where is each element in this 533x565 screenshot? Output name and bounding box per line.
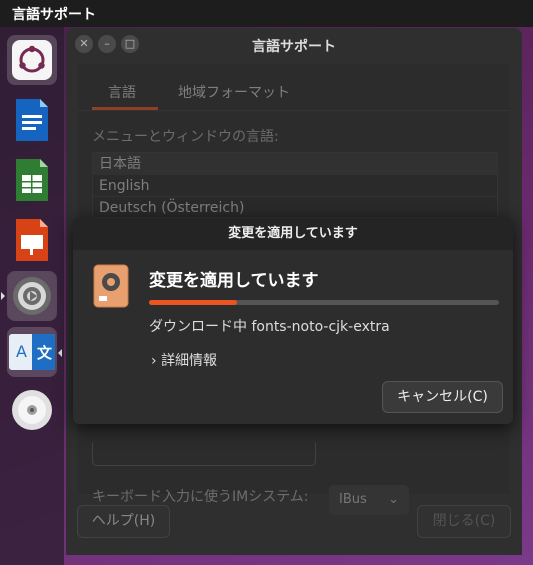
dock-focus-indicator — [58, 349, 62, 357]
dock-item-language-support[interactable]: A 文 — [7, 327, 57, 377]
list-item[interactable]: Deutsch (Österreich) — [93, 197, 497, 219]
libreoffice-calc-icon — [7, 155, 57, 205]
close-button[interactable]: 閉じる(C) — [417, 505, 511, 538]
cancel-button[interactable]: キャンセル(C) — [382, 381, 503, 413]
dock-item-ubuntu-software[interactable] — [7, 35, 57, 85]
language-icon-cjk-glyph: 文 — [37, 344, 53, 362]
dock-item-impress[interactable] — [7, 215, 57, 265]
menu-language-label: メニューとウィンドウの言語: — [92, 129, 279, 145]
im-system-select[interactable]: IBus ⌄ — [329, 485, 409, 515]
dock-item-writer[interactable] — [7, 95, 57, 145]
help-button[interactable]: ヘルプ(H) — [77, 505, 170, 538]
dock-running-indicator — [1, 292, 5, 300]
apply-changes-dialog: 変更を適用しています 変更を適用しています ダウンロード中 fonts-noto… — [73, 218, 513, 424]
libreoffice-writer-icon — [7, 95, 57, 145]
tab-language[interactable]: 言語 — [108, 82, 136, 102]
dock-item-settings[interactable] — [7, 271, 57, 321]
dock-item-disc[interactable] — [7, 385, 57, 435]
download-status: ダウンロード中 fonts-noto-cjk-extra — [149, 319, 390, 335]
window-titlebar[interactable]: ✕ – □ 言語サポート — [66, 28, 522, 62]
chevron-right-icon: › — [151, 353, 157, 369]
dialog-title: 変更を適用しています — [149, 271, 319, 291]
dock: A 文 — [0, 27, 64, 565]
disc-icon — [7, 385, 57, 435]
list-item[interactable]: English — [93, 175, 497, 197]
gear-icon — [7, 271, 57, 321]
tab-divider — [78, 110, 510, 111]
tab-regional-formats[interactable]: 地域フォーマット — [178, 82, 290, 102]
window-title: 言語サポート — [252, 39, 336, 55]
dialog-header: 変更を適用しています — [73, 218, 513, 250]
details-label: 詳細情報 — [161, 353, 218, 369]
list-item[interactable]: 日本語 — [93, 153, 497, 175]
chevron-down-icon: ⌄ — [388, 492, 399, 507]
active-app-title[interactable]: 言語サポート — [12, 4, 96, 24]
progress-bar — [149, 300, 499, 305]
obscured-button[interactable] — [92, 442, 316, 466]
package-icon — [93, 264, 129, 308]
ubuntu-logo-icon — [7, 35, 57, 85]
language-list[interactable]: 日本語 English Deutsch (Österreich) — [92, 152, 498, 219]
dock-item-calc[interactable] — [7, 155, 57, 205]
im-system-label: キーボード入力に使うIMシステム: — [92, 489, 309, 505]
top-bar: 言語サポート — [0, 0, 533, 27]
progress-fill — [149, 300, 237, 305]
language-icon-latin-glyph: A — [16, 342, 27, 361]
details-expander[interactable]: › 詳細情報 — [151, 350, 217, 370]
im-system-value: IBus — [339, 492, 367, 507]
libreoffice-impress-icon — [7, 215, 57, 265]
